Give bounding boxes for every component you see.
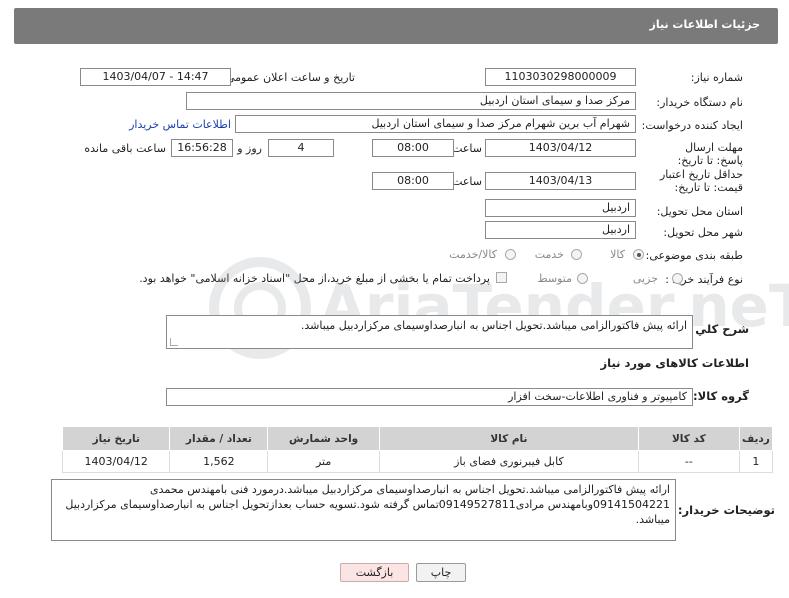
col-unit: واحد شمارش	[267, 426, 380, 451]
category-option-service: خدمت	[534, 248, 564, 261]
back-button[interactable]: بازگشت	[340, 563, 409, 582]
col-name: نام کالا	[378, 426, 639, 451]
buyer-org-field: مرکز صدا و سیمای استان اردبیل	[186, 92, 636, 110]
city-label: شهر محل تحویل:	[663, 226, 743, 239]
requester-field: شهرام آب برین شهرام مرکز صدا و سیمای است…	[235, 115, 636, 133]
need-number-label: شماره نیاز:	[690, 71, 743, 84]
process-radio-medium[interactable]	[577, 273, 588, 284]
goods-section-title: اطلاعات کالاهای مورد نیاز	[600, 356, 749, 370]
cell-row: 1	[738, 450, 774, 473]
page-header: جزئیات اطلاعات نیاز	[14, 8, 778, 44]
announce-date-label: تاریخ و ساعت اعلان عمومی:	[222, 71, 355, 84]
print-button[interactable]: چاپ	[416, 563, 466, 582]
reply-date-field: 1403/04/12	[485, 139, 636, 157]
reply-time-field: 08:00	[372, 139, 454, 157]
validity-time-label: ساعت	[452, 175, 482, 188]
table-row: 1 -- کابل فیبرنوری فضای باز متر 1,562 14…	[61, 450, 774, 473]
remaining-time-field: 16:56:28	[171, 139, 233, 157]
col-code: کد کالا	[637, 426, 740, 451]
category-option-goods-service: کالا/خدمت	[449, 248, 497, 261]
process-option-medium: متوسط	[537, 272, 572, 285]
buyer-contact-link[interactable]: اطلاعات تماس خریدار	[129, 118, 231, 131]
page-title: جزئیات اطلاعات نیاز	[649, 18, 761, 31]
cell-qty: 1,562	[169, 450, 269, 473]
cell-code: --	[637, 450, 740, 473]
need-number-field: 1103030298000009	[485, 68, 636, 86]
city-field: اردبیل	[485, 221, 636, 239]
validity-date-field: 1403/04/13	[485, 172, 636, 190]
col-row: ردیف	[738, 426, 774, 451]
category-option-goods: کالا	[610, 248, 625, 261]
category-radio-goods-service[interactable]	[505, 249, 516, 260]
col-date: تاریخ نیاز	[61, 426, 171, 451]
buyer-notes-label: توضیحات خریدار:	[677, 503, 775, 517]
process-option-minor: جزیی	[632, 272, 658, 285]
goods-table: ردیف کد کالا نام کالا واحد شمارش تعداد /…	[61, 426, 774, 473]
treasury-payment-note: پرداخت تمام یا بخشی از مبلغ خرید،از محل …	[139, 272, 490, 285]
goods-table-header: ردیف کد کالا نام کالا واحد شمارش تعداد /…	[61, 426, 774, 451]
category-radio-service[interactable]	[571, 249, 582, 260]
resize-handle-icon[interactable]	[170, 338, 178, 346]
days-label: روز و	[237, 142, 262, 155]
cell-unit: متر	[267, 450, 380, 473]
cell-date: 1403/04/12	[61, 450, 171, 473]
treasury-payment-checkbox[interactable]	[496, 272, 507, 283]
announce-date-field: 1403/04/07 - 14:47	[80, 68, 231, 86]
price-validity-label: حداقل تاریخ اعتبار قیمت: تا تاریخ:	[659, 168, 743, 194]
remaining-time-label: ساعت باقی مانده	[84, 142, 166, 155]
col-qty: تعداد / مقدار	[169, 426, 269, 451]
buyer-notes-textarea: ارائه پیش فاکتورالزامی میباشد.تحویل اجنا…	[51, 479, 676, 541]
buyer-notes-text: ارائه پیش فاکتورالزامی میباشد.تحویل اجنا…	[65, 483, 670, 526]
province-field: اردبیل	[485, 199, 636, 217]
reply-deadline-label: مهلت ارسال پاسخ: تا تاریخ:	[677, 141, 743, 167]
days-remaining-field: 4	[268, 139, 334, 157]
general-description-text: ارائه پیش فاکتورالزامی میباشد.تحویل اجنا…	[300, 319, 687, 332]
buyer-org-label: نام دستگاه خریدار:	[656, 96, 743, 109]
reply-time-label: ساعت	[452, 142, 482, 155]
process-radio-minor[interactable]	[672, 273, 683, 284]
cell-name: کابل فیبرنوری فضای باز	[378, 450, 639, 473]
validity-time-field: 08:00	[372, 172, 454, 190]
general-description-textarea: ارائه پیش فاکتورالزامی میباشد.تحویل اجنا…	[166, 315, 693, 349]
goods-group-label: گروه کالا:	[693, 389, 749, 403]
category-radio-goods[interactable]	[633, 249, 644, 260]
requester-label: ایجاد کننده درخواست:	[641, 119, 743, 132]
category-label: طبقه بندی موضوعی:	[645, 249, 743, 262]
goods-group-field: کامپیوتر و فناوری اطلاعات-سخت افزار	[166, 388, 693, 406]
province-label: استان محل تحویل:	[656, 205, 743, 218]
